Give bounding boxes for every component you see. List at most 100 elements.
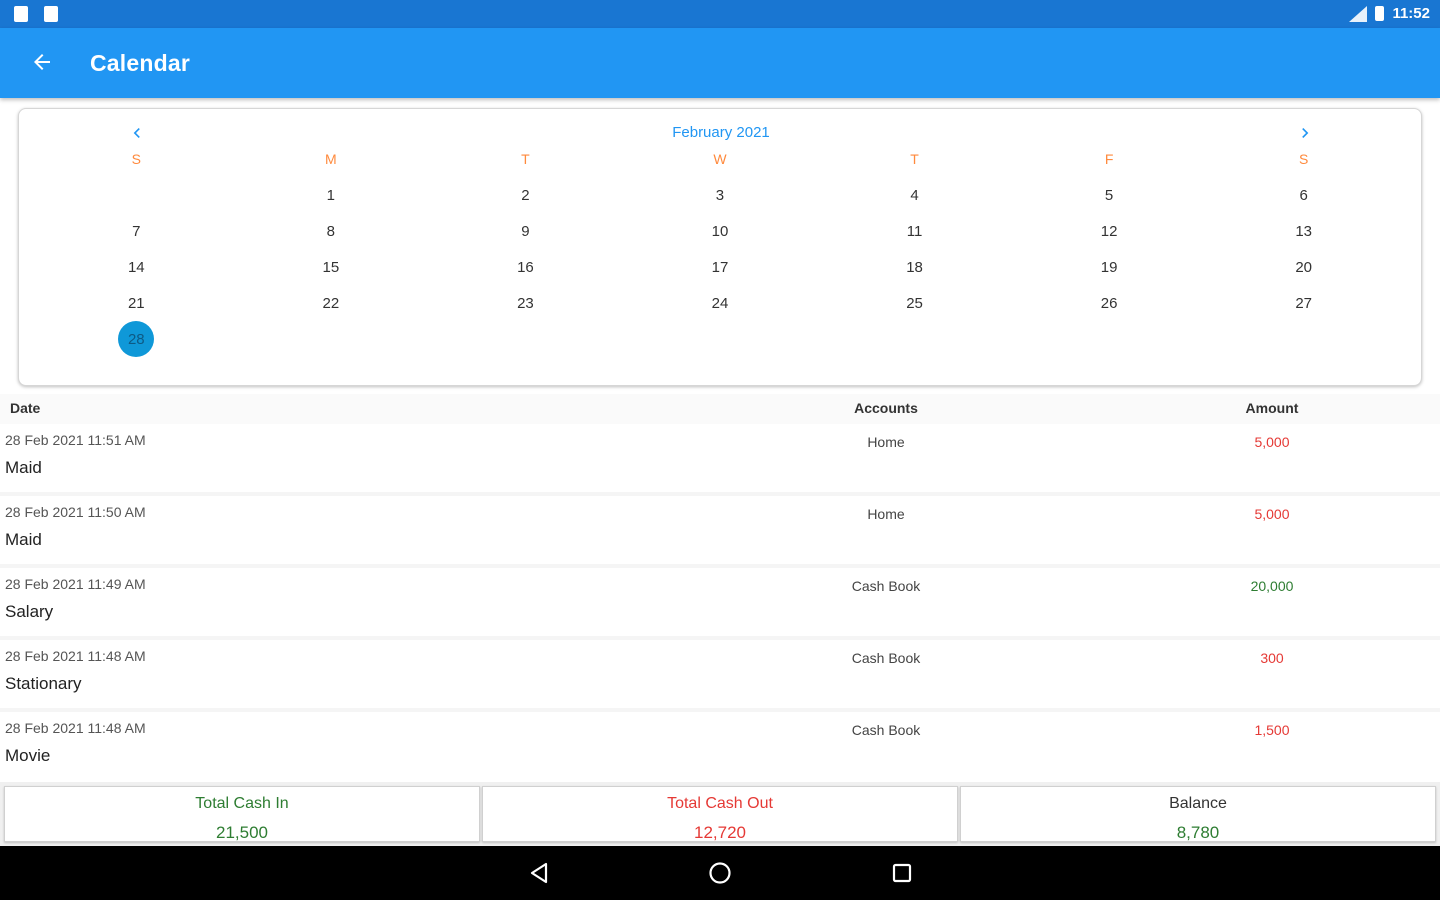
table-row[interactable]: 28 Feb 2021 11:50 AM Maid Home 5,000 xyxy=(0,496,1440,568)
calendar-empty-cell xyxy=(428,321,623,357)
calendar-day[interactable]: 21 xyxy=(39,285,234,321)
notification-icon xyxy=(44,6,58,22)
weekday-label: W xyxy=(713,151,727,167)
calendar-day[interactable]: 23 xyxy=(428,285,623,321)
calendar-empty-cell xyxy=(623,321,818,357)
transaction-description: Stationary xyxy=(5,674,82,693)
transaction-amount: 1,500 xyxy=(1254,722,1290,738)
calendar-empty-cell xyxy=(39,177,234,213)
transaction-amount: 20,000 xyxy=(1250,578,1294,594)
calendar-empty-cell xyxy=(234,321,429,357)
calendar-weeks: 1 2 3 4 5 6 7 8 9 10 11 12 13 14 15 16 17 18 19 20 21 22 23 24 2… xyxy=(39,177,1401,357)
calendar-day-number: 1 xyxy=(326,186,336,204)
calendar-empty-cell xyxy=(817,321,1012,357)
table-header: Date Accounts Amount xyxy=(0,394,1440,424)
calendar-day-number: 24 xyxy=(711,294,729,312)
calendar-week: 1 2 3 4 5 6 xyxy=(39,177,1401,213)
calendar-day[interactable]: 12 xyxy=(1012,213,1207,249)
calendar-day[interactable]: 27 xyxy=(1206,285,1401,321)
month-label: February 2021 xyxy=(672,124,770,141)
transaction-account: Cash Book xyxy=(851,578,921,594)
calendar-day[interactable]: 24 xyxy=(623,285,818,321)
calendar-day[interactable]: 11 xyxy=(817,213,1012,249)
calendar-day[interactable]: 9 xyxy=(428,213,623,249)
transaction-time: 28 Feb 2021 11:49 AM xyxy=(5,576,146,592)
calendar-day-number: 25 xyxy=(906,294,923,312)
nav-recents-button[interactable] xyxy=(890,861,914,885)
balance: Balance 8,780 xyxy=(960,786,1436,842)
calendar-day-number: 28 xyxy=(118,321,155,357)
calendar-day[interactable]: 8 xyxy=(234,213,429,249)
column-header-amount: Amount xyxy=(1245,400,1299,416)
total-cash-in-label: Total Cash In xyxy=(195,795,289,812)
weekday-header: S M T W T F S xyxy=(39,151,1401,177)
sd-card-icon xyxy=(14,6,28,22)
calendar-day[interactable]: 18 xyxy=(817,249,1012,285)
table-row[interactable]: 28 Feb 2021 11:48 AM Movie Cash Book 1,500 xyxy=(0,712,1440,780)
calendar-day-number: 16 xyxy=(517,258,534,276)
table-row[interactable]: 28 Feb 2021 11:51 AM Maid Home 5,000 xyxy=(0,424,1440,496)
calendar-day-number: 6 xyxy=(1299,186,1308,204)
calendar-day[interactable]: 13 xyxy=(1206,213,1401,249)
transaction-list[interactable]: 28 Feb 2021 11:51 AM Maid Home 5,000 28 Feb … xyxy=(0,424,1440,780)
calendar-day[interactable]: 22 xyxy=(234,285,429,321)
calendar-day[interactable]: 14 xyxy=(39,249,234,285)
nav-home-button[interactable] xyxy=(708,861,732,885)
calendar-day-number: 12 xyxy=(1100,222,1118,240)
calendar-day[interactable]: 2 xyxy=(428,177,623,213)
calendar-day[interactable]: 16 xyxy=(428,249,623,285)
transaction-time: 28 Feb 2021 11:50 AM xyxy=(5,504,146,520)
calendar-grid: S M T W T F S 1 2 3 4 5 6 7 8 9 10 11 12 13 14 15 16 17 1… xyxy=(39,151,1401,357)
calendar-day[interactable]: 28 xyxy=(39,321,234,357)
calendar-day-number: 9 xyxy=(521,222,530,240)
calendar-card: February 2021 S M T W T F S 1 2 3 4 5 6 7 8 9 10 1… xyxy=(18,108,1422,386)
total-cash-out-label: Total Cash Out xyxy=(667,795,773,812)
total-cash-out: Total Cash Out 12,720 xyxy=(482,786,958,842)
calendar-day[interactable]: 4 xyxy=(817,177,1012,213)
signal-icon xyxy=(1349,5,1368,22)
calendar-day-number: 8 xyxy=(326,222,336,240)
calendar-day-number: 15 xyxy=(322,258,340,276)
system-navigation-bar xyxy=(0,846,1440,900)
transaction-amount: 300 xyxy=(1260,650,1284,666)
balance-value: 8,780 xyxy=(1176,823,1220,842)
transaction-account: Home xyxy=(867,434,905,450)
calendar-day[interactable]: 10 xyxy=(623,213,818,249)
calendar-day[interactable]: 19 xyxy=(1012,249,1207,285)
triangle-back-icon xyxy=(530,862,548,884)
back-button[interactable] xyxy=(22,42,62,82)
calendar-day-number: 26 xyxy=(1100,294,1118,312)
calendar-day[interactable]: 17 xyxy=(623,249,818,285)
calendar-day-number: 13 xyxy=(1295,222,1312,240)
calendar-day[interactable]: 1 xyxy=(234,177,429,213)
calendar-day[interactable]: 20 xyxy=(1206,249,1401,285)
calendar-day[interactable]: 26 xyxy=(1012,285,1207,321)
transaction-amount: 5,000 xyxy=(1254,506,1290,522)
nav-back-button[interactable] xyxy=(527,861,551,885)
total-cash-out-value: 12,720 xyxy=(694,823,746,842)
table-row[interactable]: 28 Feb 2021 11:49 AM Salary Cash Book 20,00… xyxy=(0,568,1440,640)
transaction-time: 28 Feb 2021 11:51 AM xyxy=(5,432,146,448)
transaction-account: Cash Book xyxy=(851,650,921,666)
battery-icon xyxy=(1375,6,1385,21)
calendar-day[interactable]: 7 xyxy=(39,213,234,249)
calendar-week: 21 22 23 24 25 26 27 xyxy=(39,285,1401,321)
calendar-day[interactable]: 15 xyxy=(234,249,429,285)
balance-label: Balance xyxy=(1169,795,1227,812)
calendar-day[interactable]: 5 xyxy=(1012,177,1207,213)
transaction-account: Cash Book xyxy=(851,722,921,738)
column-header-date: Date xyxy=(10,400,41,416)
next-month-button[interactable] xyxy=(1293,123,1317,149)
calendar-day[interactable]: 6 xyxy=(1206,177,1401,213)
chevron-right-icon xyxy=(1302,128,1309,138)
table-row[interactable]: 28 Feb 2021 11:48 AM Stationary Cash Book 3… xyxy=(0,640,1440,712)
transaction-description: Maid xyxy=(5,530,42,549)
calendar-day[interactable]: 3 xyxy=(623,177,818,213)
calendar-day-number: 10 xyxy=(711,222,729,240)
weekday-label: T xyxy=(521,151,530,167)
calendar-day-number: 3 xyxy=(715,186,725,204)
weekday-label: M xyxy=(325,151,337,167)
calendar-day[interactable]: 25 xyxy=(817,285,1012,321)
calendar-day-number: 5 xyxy=(1104,186,1114,204)
weekday-label: F xyxy=(1104,151,1114,167)
